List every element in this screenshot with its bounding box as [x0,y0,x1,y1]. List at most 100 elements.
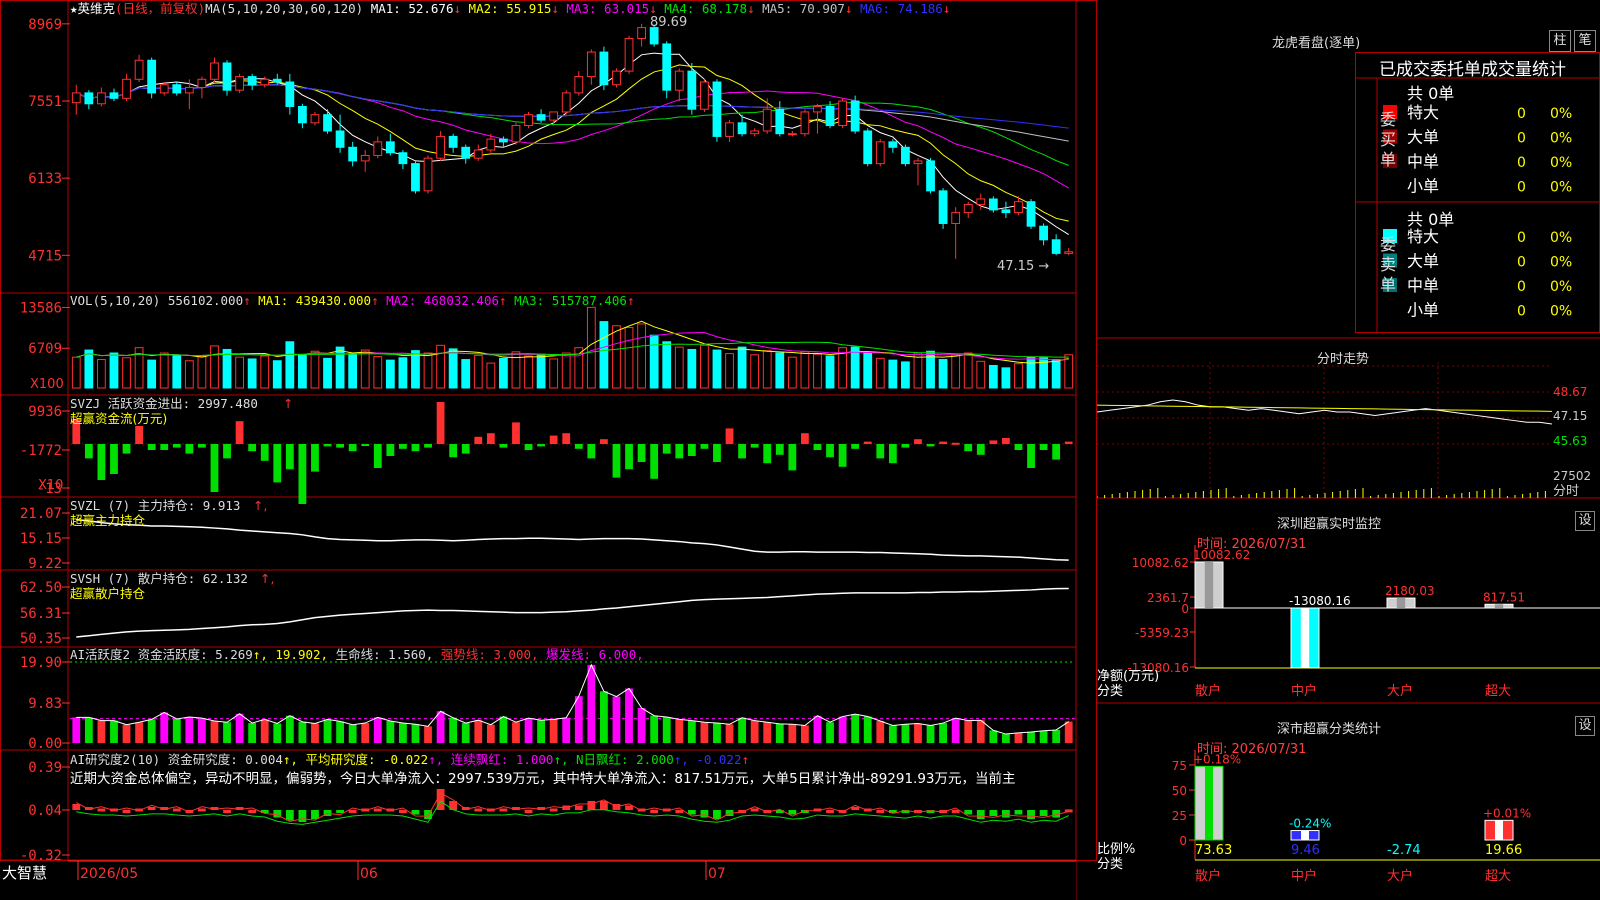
svzj-bar [801,433,809,444]
svzj-bar [926,444,935,447]
volume-bar [298,354,307,389]
sell-row-percent: 0% [1550,304,1572,320]
svzj-bar [223,444,231,459]
svzj-bar [323,444,332,447]
ai1-bar [863,716,872,743]
candle [210,62,219,80]
ma-arrow: ↓ [649,1,664,16]
svzj-bar [198,444,206,448]
candle [159,84,169,94]
price-tick: 7551 [28,94,62,110]
svzj-bar [763,444,772,464]
candle [172,84,182,94]
ai1-bar [248,723,257,743]
candle [398,152,408,165]
ai2-tick: 0.39 [28,760,62,776]
volume-bar [561,352,571,389]
ai2-bar [122,810,131,813]
svzj-bar [1027,444,1035,468]
ai2-bar [1014,810,1023,815]
ma-arrow: ↓ [551,1,566,16]
volume-bar [222,348,232,389]
ai2-bar [172,808,181,812]
ai2-bar [851,807,860,810]
candle [737,122,747,135]
kline-chart-area[interactable]: 8969 7551 6133 4715 89.69 47.15 → ★英维克(日线，前复权)… [0,0,1097,900]
svzl-arrow: ↑, [253,498,267,513]
svzj-bar [273,444,282,483]
ai1-bar [386,721,395,743]
ma-value: 74.186 [898,1,943,16]
ma-arrow: ↓ [747,1,762,16]
classify-xlabel: 分类 [1097,857,1123,872]
monitor-settings-button[interactable]: 设 [1575,511,1595,531]
volume-bar [524,355,533,389]
ai1-header-part: AI活跃度2 资金活跃度: 5.269 [70,647,253,662]
ma-line-30 [76,84,1069,166]
svzl-header: SVZL (7) 主力持仓: 9.913 [70,498,240,513]
volume-bar [825,355,835,389]
volume-bar [586,306,596,389]
svzj-bar [989,440,998,444]
svzl-tick: 15.15 [20,531,62,547]
svsh-tick: 62.50 [20,580,62,596]
volume-bar [285,341,295,389]
svzj-bar [486,433,495,444]
ai1-bar [512,722,520,743]
candle [875,141,885,165]
candle [762,108,772,132]
ai2-bar [524,810,533,813]
volume-bar [988,364,998,389]
tick-mode-button[interactable]: 笔 [1574,30,1596,52]
ai2-bar [675,810,684,813]
candle [775,108,785,135]
candle [134,59,144,80]
svzj-bar [122,444,131,454]
intraday-title: 分时走势 [1317,352,1370,367]
ai2-bar [311,810,319,819]
classify-settings-button[interactable]: 设 [1575,716,1595,736]
sell-row-name: 大单 [1407,252,1439,271]
volume-bar [423,352,433,389]
svzj-bar [612,444,621,478]
vol-tick: 6709 [28,341,62,357]
svzj-bar [1052,444,1061,460]
ai1-bar [675,719,684,743]
vol-tick: 13586 [20,300,62,316]
sell-row-percent: 0% [1550,230,1572,246]
ai2-header-part: ↑, N日飘红: 2.000 [553,752,673,767]
classify-bar-shade [1205,766,1213,840]
classify-title: 深市超赢分类统计 [1277,722,1382,737]
candle [951,212,961,224]
period-label: (日线，前复权) [115,1,205,16]
ai1-bar [687,720,696,743]
intraday-tick: 48.67 [1553,385,1587,399]
svzj-bar [449,444,458,458]
price-tick: 6133 [28,171,62,187]
candle [838,100,847,127]
ai2-commentary: 近期大资金总体偏空，异动不明显，偏弱势，今日大单净流入：2997.539万元，其… [70,770,1016,787]
vol-ma-arrow: ↑ [499,293,514,308]
buy-row-percent: 0% [1550,131,1572,147]
candle [725,122,734,137]
volume-bar [649,334,659,389]
classify-category: 大户 [1387,868,1413,884]
candle [222,62,232,91]
ai1-bar [147,719,156,743]
volume-bar [963,352,973,389]
bar-mode-button[interactable]: 柱 [1549,30,1571,52]
svzj-unit: X10 [38,478,63,493]
candle [888,141,898,148]
buy-row-percent: 0% [1550,106,1572,122]
svzj-bar [939,441,947,444]
svzj-bar [160,444,169,450]
volume-bar [913,352,923,389]
ai1-bar [1002,734,1010,743]
svzj-bar [587,444,596,459]
svzj-bar [876,444,885,459]
ai1-bar [235,713,244,743]
ai1-bar [838,716,847,743]
ai1-bar [976,720,985,743]
volume-bar [184,360,194,389]
volume-bar [624,327,634,389]
